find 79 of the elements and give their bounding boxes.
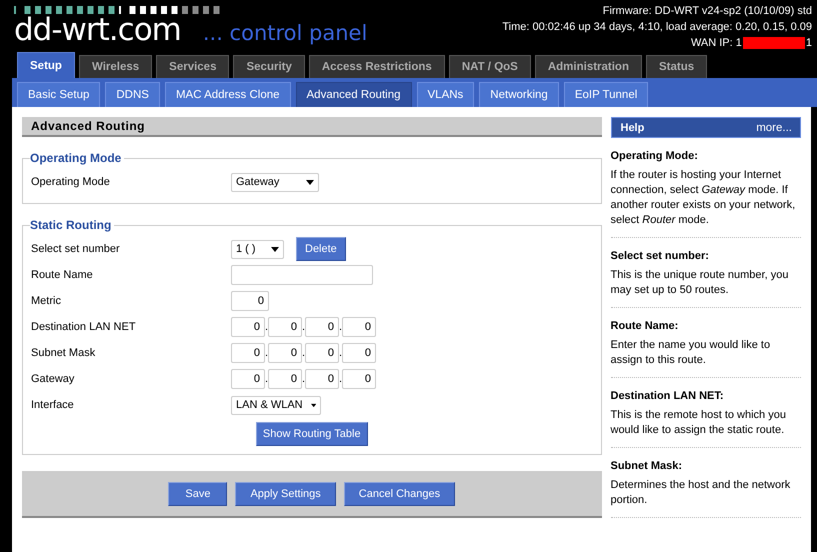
wan-ip-label: WAN IP: 1 (690, 36, 742, 51)
octet-field[interactable]: 0 (305, 317, 339, 337)
help-heading: Operating Mode: (610, 150, 699, 162)
dot-separator: . (302, 347, 305, 359)
octet-field[interactable]: 0 (305, 369, 339, 389)
dot-separator: . (302, 321, 305, 333)
help-text: If the router is hosting your Internet connection, select Gateway mode. If another router exists on your network, select Router mode. (610, 168, 796, 228)
routing-table-button[interactable]: Show Routing Table (256, 422, 368, 446)
help-heading: Select set number: (610, 250, 710, 262)
action-button[interactable]: Apply Settings (235, 482, 336, 506)
section-legend: Operating Mode (30, 151, 124, 165)
main-tab[interactable]: Status (646, 55, 708, 78)
field-label: Interface (31, 399, 75, 411)
octet-field[interactable]: 0 (231, 369, 265, 389)
help-text: Enter the name you would like to assign to this route. (610, 338, 772, 368)
dot-separator: . (265, 347, 268, 359)
octet-field[interactable]: 0 (342, 369, 376, 389)
field-label: Operating Mode (31, 176, 111, 188)
sub-tab[interactable]: MAC Address Clone (164, 82, 291, 107)
wan-ip-suffix: 1 (806, 36, 812, 51)
dot-separator: . (265, 321, 268, 333)
help-heading: Route Name: (610, 320, 680, 332)
firmware-info: Firmware: DD-WRT v24-sp2 (10/10/09) std (602, 4, 812, 19)
input-field[interactable]: 0 (231, 291, 269, 311)
sub-tab[interactable]: Basic Setup (17, 82, 100, 107)
field-label: Select set number (31, 243, 121, 255)
dropdown[interactable]: 1 ( ) (231, 240, 284, 258)
octet-field[interactable]: 0 (231, 317, 265, 337)
page-title: Advanced Routing (22, 117, 602, 137)
field-label: Route Name (31, 269, 94, 281)
more-link[interactable]: more... (756, 122, 792, 134)
dot-separator: . (265, 373, 268, 385)
main-tab[interactable]: Security (233, 55, 305, 78)
redaction-bar (742, 37, 805, 49)
main-tab[interactable]: Setup (17, 52, 75, 78)
help-title: Help (620, 122, 644, 134)
section-legend: Static Routing (30, 218, 114, 232)
main-tab[interactable]: Services (156, 55, 230, 78)
sub-tab[interactable]: DDNS (105, 82, 160, 107)
input-field[interactable] (231, 265, 373, 285)
octet-field[interactable]: 0 (305, 343, 339, 363)
sub-tab[interactable]: Networking (479, 82, 559, 107)
octet-field[interactable]: 0 (268, 317, 302, 337)
tagline: ... control panel (202, 21, 368, 45)
caret-icon (310, 402, 316, 408)
uptime-info: Time: 00:02:46 up 34 days, 4:10, load average: 0.20, 0.15, 0.09 (502, 20, 812, 35)
help-heading: Destination LAN NET: (610, 390, 725, 402)
sub-tab[interactable]: Advanced Routing (296, 82, 412, 107)
octet-field[interactable]: 0 (342, 343, 376, 363)
dropdown[interactable]: LAN & WLAN (231, 396, 321, 414)
main-tab[interactable]: Administration (534, 55, 642, 78)
field-label: Destination LAN NET (31, 321, 137, 333)
action-button[interactable]: Cancel Changes (344, 482, 456, 506)
octet-field[interactable]: 0 (268, 369, 302, 389)
action-button[interactable]: Save (168, 482, 228, 506)
octet-field[interactable]: 0 (342, 317, 376, 337)
help-heading: Subnet Mask: (610, 460, 684, 472)
dot-separator: . (302, 373, 305, 385)
octet-field[interactable]: 0 (231, 343, 265, 363)
field-label: Subnet Mask (31, 347, 96, 359)
field-label: Metric (31, 295, 62, 307)
sub-tab[interactable]: VLANs (416, 82, 474, 107)
dropdown[interactable]: Gateway (231, 172, 319, 192)
main-tab[interactable]: Wireless (78, 55, 152, 78)
field-label: Gateway (31, 373, 76, 385)
dot-separator: . (339, 321, 342, 333)
caret-icon (271, 246, 279, 252)
help-text: This is the remote host to which you would like to assign the static route. (610, 408, 787, 438)
sub-tab[interactable]: EoIP Tunnel (564, 82, 648, 107)
main-tab[interactable]: NAT / QoS (448, 55, 531, 78)
main-tab[interactable]: Access Restrictions (308, 55, 445, 78)
delete-button[interactable]: Delete (296, 237, 346, 261)
help-text: This is the unique route number, you may set up to 50 routes. (610, 268, 790, 298)
logo: dd-wrt.com (14, 11, 181, 50)
dot-separator: . (339, 373, 342, 385)
octet-field[interactable]: 0 (268, 343, 302, 363)
caret-icon (306, 180, 314, 184)
dot-separator: . (339, 347, 342, 359)
help-text: Determines the host and the network portion. (610, 478, 792, 508)
